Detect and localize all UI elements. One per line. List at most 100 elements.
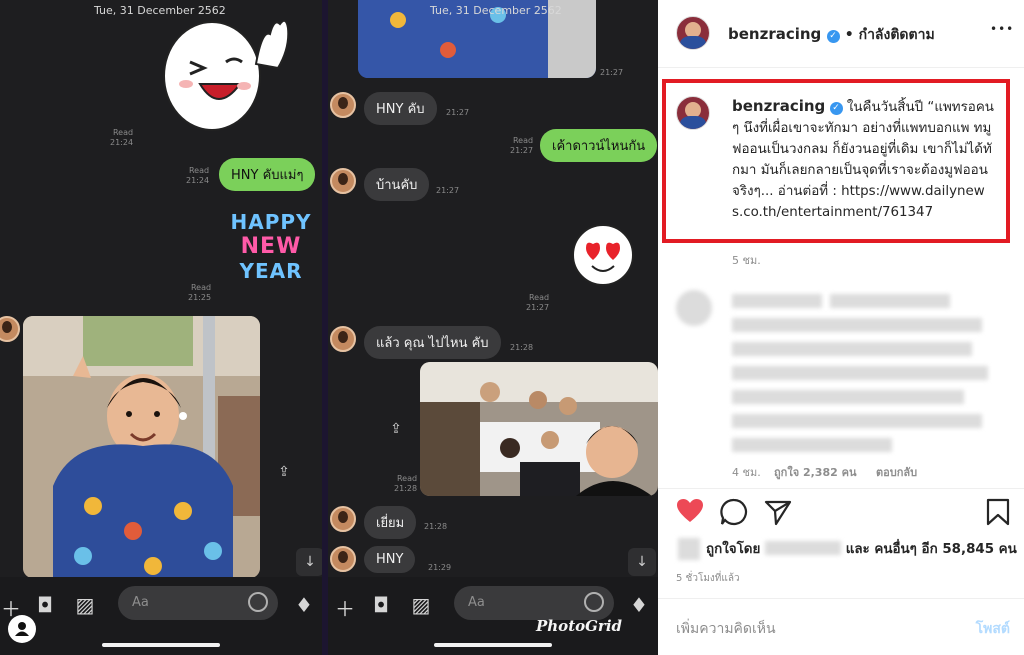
- share-icon[interactable]: ⇪: [385, 418, 407, 440]
- caption-avatar[interactable]: [676, 96, 710, 130]
- liker-avatar[interactable]: [678, 538, 700, 560]
- incoming-message[interactable]: บ้านคับ: [364, 168, 430, 201]
- mic-icon[interactable]: ♦: [626, 593, 652, 617]
- message-input[interactable]: Aa: [454, 586, 614, 620]
- blurred-text: [732, 390, 964, 404]
- read-receipt: Read 21:24: [110, 128, 133, 148]
- comment-bar: เพิ่มความคิดเห็น โพสต์: [658, 598, 1024, 655]
- contact-avatar[interactable]: [0, 316, 20, 342]
- home-indicator: [434, 643, 552, 647]
- time-label: 21:27: [436, 186, 460, 195]
- sticker-laughing[interactable]: [160, 14, 290, 144]
- time-label: 21:25: [188, 293, 212, 302]
- blurred-name: [765, 541, 842, 555]
- profile-icon[interactable]: [8, 615, 36, 643]
- mic-icon[interactable]: ♦: [291, 593, 317, 617]
- time-label: 21:28: [424, 522, 448, 531]
- caption: benzracing ✓ ในคืนวันสิ้นปี “แพทรอคนๆ นึ…: [732, 96, 994, 223]
- likes-suffix: และ คนอื่นๆ อีก 58,845 คน: [845, 542, 1017, 557]
- username[interactable]: benzracing: [728, 25, 821, 43]
- read-receipt: Read 21:28: [394, 474, 417, 494]
- photo-message[interactable]: [420, 362, 658, 496]
- time-label: 21:24: [186, 176, 210, 185]
- chat-input-bar: ＋ ◘ ▨ Aa ♦: [0, 577, 322, 655]
- read-label: Read: [528, 293, 550, 302]
- likes-summary[interactable]: ถูกใจโดย และ คนอื่นๆ อีก 58,845 คน: [706, 538, 1017, 559]
- read-receipt: Read 21:25: [188, 283, 211, 303]
- share-icon[interactable]: [764, 498, 792, 533]
- contact-avatar[interactable]: [330, 546, 356, 572]
- comment-likes[interactable]: ถูกใจ 2,382 คน: [774, 463, 856, 481]
- blurred-text: [732, 438, 892, 452]
- image-icon[interactable]: ▨: [72, 593, 98, 617]
- actions-bar: [658, 488, 1024, 489]
- read-label: Read: [112, 128, 134, 137]
- photogrid-watermark: PhotoGrid: [536, 617, 623, 635]
- incoming-message[interactable]: HNY คับ: [364, 92, 437, 125]
- read-label: Read: [396, 474, 418, 483]
- comment-input[interactable]: เพิ่มความคิดเห็น: [676, 618, 776, 640]
- read-receipt: Read 21:24: [186, 166, 209, 186]
- contact-avatar[interactable]: [330, 168, 356, 194]
- scroll-down-icon[interactable]: ↓: [628, 548, 656, 576]
- bookmark-icon[interactable]: [986, 498, 1010, 533]
- contact-avatar[interactable]: [330, 506, 356, 532]
- time-label: 21:29: [428, 563, 452, 572]
- image-icon[interactable]: ▨: [408, 593, 434, 617]
- outgoing-message[interactable]: เค้าดาวน์ไหนกัน: [540, 129, 658, 162]
- post-comment-button[interactable]: โพสต์: [976, 618, 1010, 640]
- post-author[interactable]: benzracing ✓ • กำลังติดตาม: [728, 24, 935, 46]
- photo-message[interactable]: [23, 316, 260, 578]
- incoming-message[interactable]: เยี่ยม: [364, 506, 417, 539]
- read-label: Read: [512, 136, 534, 145]
- post-header: benzracing ✓ • กำลังติดตาม •••: [658, 0, 1024, 68]
- caption-text: ในคืนวันสิ้นปี “แพทรอคนๆ นึงที่เผื่อเขาจ…: [732, 100, 994, 220]
- date-header: Tue, 31 December 2562: [430, 4, 562, 17]
- blurred-text: [732, 342, 972, 356]
- input-placeholder: Aa: [468, 595, 485, 610]
- incoming-message[interactable]: แล้ว คุณ ไปไหน คับ: [364, 326, 501, 359]
- input-placeholder: Aa: [132, 595, 149, 610]
- sticker-word: HAPPY: [230, 210, 312, 234]
- blurred-text: [732, 414, 982, 428]
- heart-icon[interactable]: [676, 498, 704, 531]
- message-input[interactable]: Aa: [118, 586, 278, 620]
- time-label: 21:28: [394, 484, 418, 493]
- comment-icon[interactable]: [720, 498, 748, 533]
- more-options-icon[interactable]: •••: [990, 22, 1014, 36]
- read-label: Read: [188, 166, 210, 175]
- blurred-text: [732, 318, 982, 332]
- blurred-text: [732, 294, 822, 308]
- read-receipt: Read 21:27: [510, 136, 533, 156]
- outgoing-message[interactable]: HNY คับแม่ๆ: [219, 158, 316, 191]
- time-label: 21:27: [446, 108, 470, 117]
- time-label: 21:28: [510, 343, 534, 352]
- user-avatar[interactable]: [676, 16, 710, 50]
- caption-username[interactable]: benzracing: [732, 97, 825, 115]
- reply-button[interactable]: ตอบกลับ: [876, 463, 917, 481]
- time-label: 21:27: [600, 68, 624, 77]
- scroll-down-icon[interactable]: ↓: [296, 548, 322, 576]
- verified-icon: ✓: [826, 30, 840, 43]
- incoming-message[interactable]: HNY: [364, 546, 416, 573]
- chat-pane-left: Tue, 31 December 2562 Read 21:24 Read 21…: [0, 0, 322, 655]
- sticker-happy-new-year[interactable]: HAPPY NEW YEAR: [225, 210, 317, 294]
- time-label: 21:27: [526, 303, 550, 312]
- share-icon[interactable]: ⇪: [273, 461, 295, 483]
- emoji-icon[interactable]: [584, 592, 604, 612]
- camera-icon[interactable]: ◘: [368, 593, 394, 617]
- plus-icon[interactable]: ＋: [332, 593, 358, 622]
- contact-avatar[interactable]: [330, 326, 356, 352]
- chat-input-bar: ＋ ◘ ▨ Aa ♦ PhotoGrid: [328, 577, 658, 655]
- emoji-icon[interactable]: [248, 592, 268, 612]
- sticker-heart-eyes[interactable]: [570, 222, 636, 288]
- verified-icon: ✓: [829, 102, 843, 115]
- home-indicator: [102, 643, 220, 647]
- chat-pane-right: Tue, 31 December 2562 21:27 HNY คับ 21:2…: [328, 0, 658, 655]
- commenter-avatar[interactable]: [676, 290, 712, 326]
- following-status[interactable]: • กำลังติดตาม: [845, 27, 935, 43]
- time-label: 21:27: [510, 146, 534, 155]
- time-label: 21:24: [110, 138, 134, 147]
- contact-avatar[interactable]: [330, 92, 356, 118]
- camera-icon[interactable]: ◘: [32, 593, 58, 617]
